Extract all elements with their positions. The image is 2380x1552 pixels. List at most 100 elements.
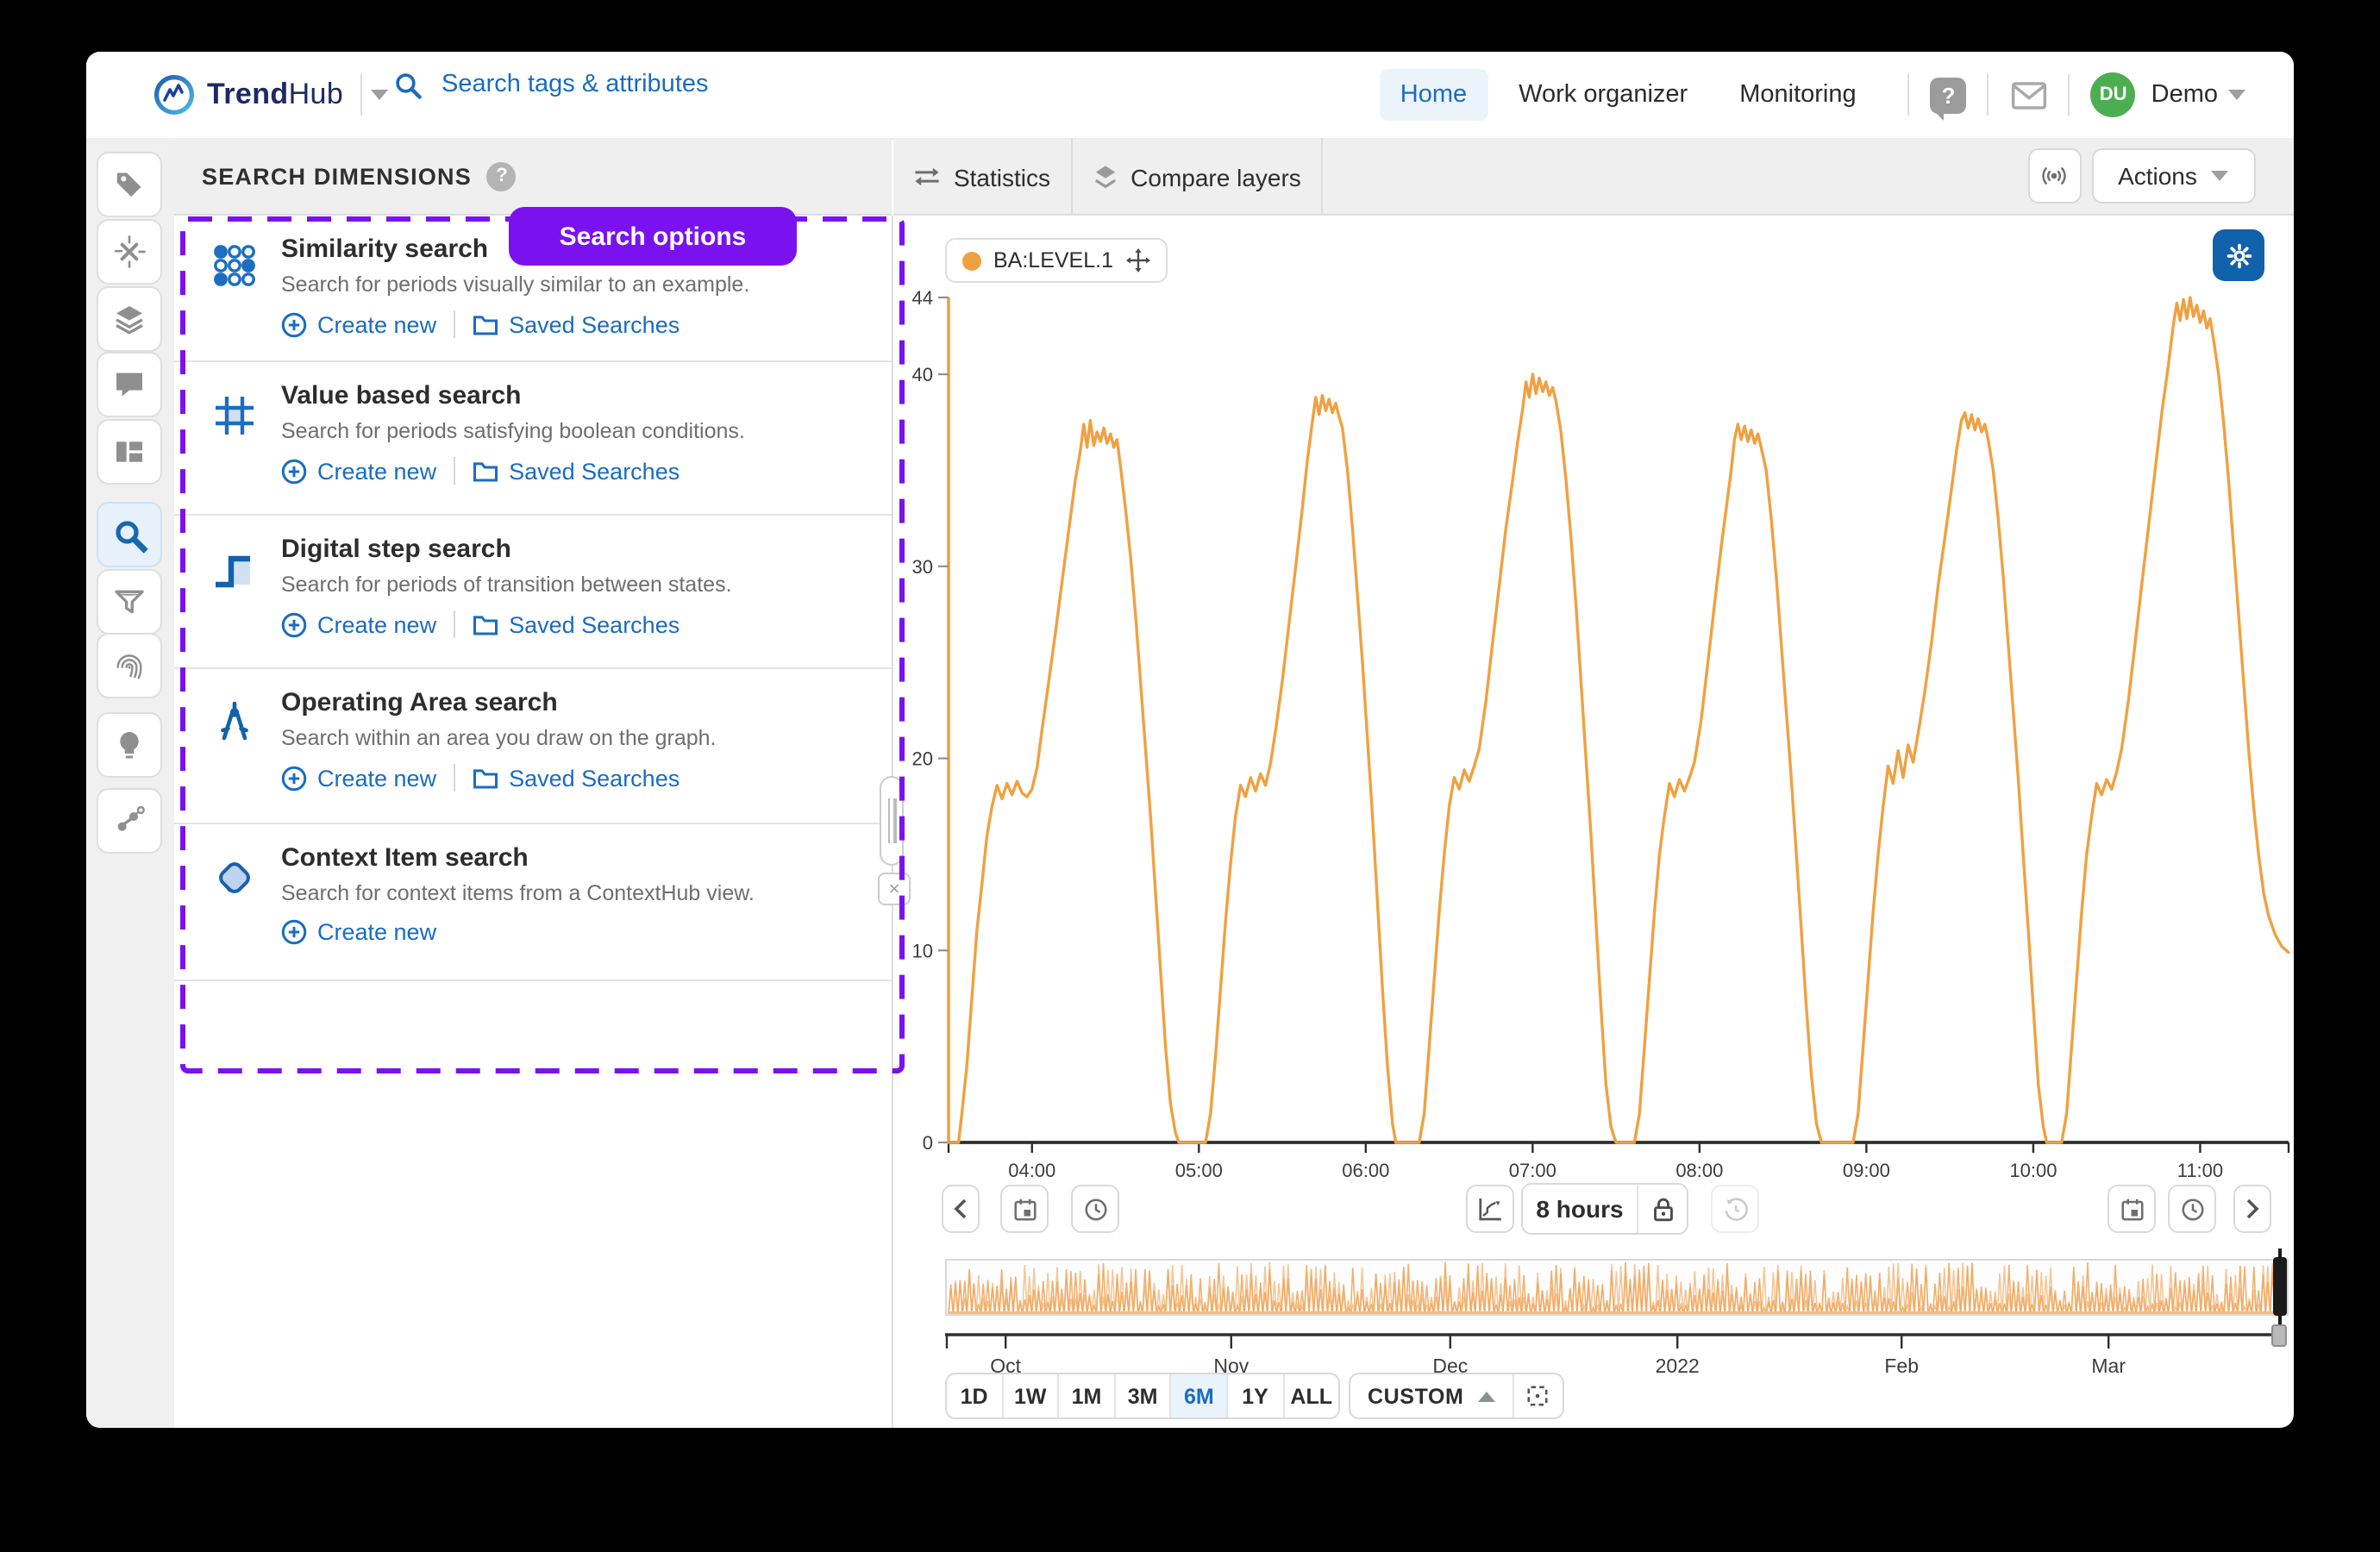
svg-text:20: 20 — [912, 748, 933, 770]
actions-label: Actions — [2118, 162, 2197, 190]
range-1y[interactable]: 1Y — [1226, 1374, 1282, 1417]
overview-minimap[interactable] — [945, 1259, 2289, 1316]
range-3m[interactable]: 3M — [1114, 1374, 1170, 1417]
history-button[interactable] — [1711, 1185, 1759, 1233]
actions-button[interactable]: Actions — [2091, 148, 2255, 203]
trend-chart[interactable]: 0102030404404:0005:0006:0007:0008:0009:0… — [893, 216, 2294, 1207]
brand-name: TrendHub — [207, 78, 343, 112]
create-new-link[interactable]: Create new — [281, 311, 436, 337]
rail-recommendations-button[interactable] — [97, 712, 162, 778]
custom-range-group: CUSTOM — [1349, 1373, 1564, 1419]
tag-icon — [112, 167, 147, 202]
svg-text:07:00: 07:00 — [1509, 1160, 1556, 1181]
fingerprint-icon — [112, 648, 147, 683]
rail-fingerprint-button[interactable] — [97, 633, 162, 698]
nav-work-organizer[interactable]: Work organizer — [1498, 69, 1708, 121]
start-calendar-button[interactable] — [1000, 1185, 1049, 1233]
gear-icon — [2224, 241, 2253, 270]
trend-mode-button[interactable] — [1466, 1185, 1514, 1233]
rail-filter-button[interactable] — [97, 569, 162, 635]
saved-searches-link[interactable]: Saved Searches — [473, 311, 680, 337]
rail-tags-button[interactable] — [97, 152, 162, 217]
statistics-tab[interactable]: Statistics — [892, 138, 1072, 216]
search-card-value-based[interactable]: Value based search Search for periods sa… — [174, 362, 891, 516]
plus-circle-icon — [281, 611, 307, 637]
svg-text:44: 44 — [912, 287, 933, 309]
compare-layers-label: Compare layers — [1130, 163, 1301, 191]
card-title: Operating Area search — [281, 688, 558, 717]
topnav-divider — [2069, 74, 2070, 116]
global-search[interactable] — [393, 69, 893, 100]
saved-searches-link[interactable]: Saved Searches — [473, 458, 680, 484]
panel-title: SEARCH DIMENSIONS — [202, 163, 472, 189]
end-time-button[interactable] — [2168, 1185, 2216, 1233]
similarity-search-icon — [212, 243, 257, 288]
create-new-link[interactable]: Create new — [281, 611, 436, 637]
search-card-context-item[interactable]: Context Item search Search for context i… — [174, 824, 891, 981]
rail-layers-button[interactable] — [97, 286, 162, 352]
move-icon[interactable] — [1125, 248, 1149, 272]
search-icon — [393, 70, 423, 99]
fit-range-button[interactable] — [1513, 1374, 1563, 1417]
lightbulb-icon — [112, 728, 147, 762]
compare-layers-tab[interactable]: Compare layers — [1072, 138, 1322, 216]
nav-monitoring[interactable]: Monitoring — [1719, 69, 1876, 121]
context-item-search-icon — [212, 855, 257, 900]
user-name[interactable]: Demo — [2151, 81, 2218, 109]
rail-formulas-button[interactable] — [97, 219, 162, 285]
history-icon — [1722, 1196, 1748, 1222]
range-1w[interactable]: 1W — [1001, 1374, 1057, 1417]
messages-button[interactable] — [2010, 76, 2048, 114]
search-input[interactable] — [438, 69, 893, 100]
top-navigation: Home Work organizer Monitoring ? DU Demo — [1380, 52, 2294, 138]
svg-text:30: 30 — [912, 556, 933, 578]
link-divider — [454, 457, 455, 485]
end-calendar-button[interactable] — [2108, 1185, 2156, 1233]
saved-searches-link[interactable]: Saved Searches — [473, 765, 680, 791]
panel-resize-handle[interactable] — [880, 776, 904, 866]
duration-group: 8 hours — [1521, 1183, 1688, 1235]
range-6m[interactable]: 6M — [1170, 1374, 1226, 1417]
panel-help-icon[interactable]: ? — [487, 161, 517, 191]
svg-text:Feb: Feb — [1884, 1355, 1919, 1377]
chart-settings-button[interactable] — [2213, 229, 2264, 281]
rail-search-button[interactable] — [97, 502, 162, 567]
saved-searches-link[interactable]: Saved Searches — [473, 611, 680, 637]
nav-home[interactable]: Home — [1380, 69, 1488, 121]
pan-left-button[interactable] — [942, 1185, 980, 1233]
svg-text:04:00: 04:00 — [1008, 1160, 1055, 1181]
avatar[interactable]: DU — [2091, 72, 2136, 117]
range-1d[interactable]: 1D — [947, 1374, 1001, 1417]
minimap-range-handle[interactable] — [2273, 1248, 2287, 1326]
rail-asset-graph-button[interactable] — [97, 788, 162, 854]
folder-icon — [473, 313, 498, 335]
create-new-link[interactable]: Create new — [281, 919, 436, 945]
rail-comments-button[interactable] — [97, 352, 162, 417]
user-menu-caret-icon[interactable] — [2228, 90, 2245, 100]
search-card-digital-step[interactable]: Digital step search Search for periods o… — [174, 516, 891, 669]
brand-caret-icon[interactable] — [371, 90, 388, 100]
rail-dashboard-button[interactable] — [97, 419, 162, 485]
create-new-link[interactable]: Create new — [281, 765, 436, 791]
live-mode-button[interactable] — [2027, 148, 2081, 203]
minimap-scroll-knob[interactable] — [2271, 1324, 2287, 1347]
legend-chip[interactable]: BA:LEVEL.1 — [945, 238, 1167, 283]
card-description: Search within an area you draw on the gr… — [281, 726, 717, 750]
funnel-icon — [112, 585, 147, 619]
search-options-badge: Search options — [509, 207, 797, 266]
create-new-link[interactable]: Create new — [281, 458, 436, 484]
duration-lock-button[interactable] — [1637, 1185, 1687, 1233]
search-card-operating-area[interactable]: Operating Area search Search within an a… — [174, 669, 891, 824]
start-time-button[interactable] — [1071, 1185, 1119, 1233]
card-description: Search for periods of transition between… — [281, 573, 732, 597]
custom-range-button[interactable]: CUSTOM — [1350, 1384, 1513, 1408]
app-window: TrendHub Home Work organizer Monitoring … — [86, 52, 2294, 1428]
trendhub-logo[interactable]: TrendHub — [152, 72, 388, 117]
range-all[interactable]: ALL — [1282, 1374, 1338, 1417]
duration-value[interactable]: 8 hours — [1523, 1195, 1637, 1223]
panel-close-button[interactable]: × — [878, 873, 911, 905]
lock-icon — [1651, 1196, 1674, 1222]
pan-right-button[interactable] — [2233, 1185, 2271, 1233]
range-1m[interactable]: 1M — [1057, 1374, 1113, 1417]
help-icon[interactable]: ? — [1931, 77, 1967, 113]
